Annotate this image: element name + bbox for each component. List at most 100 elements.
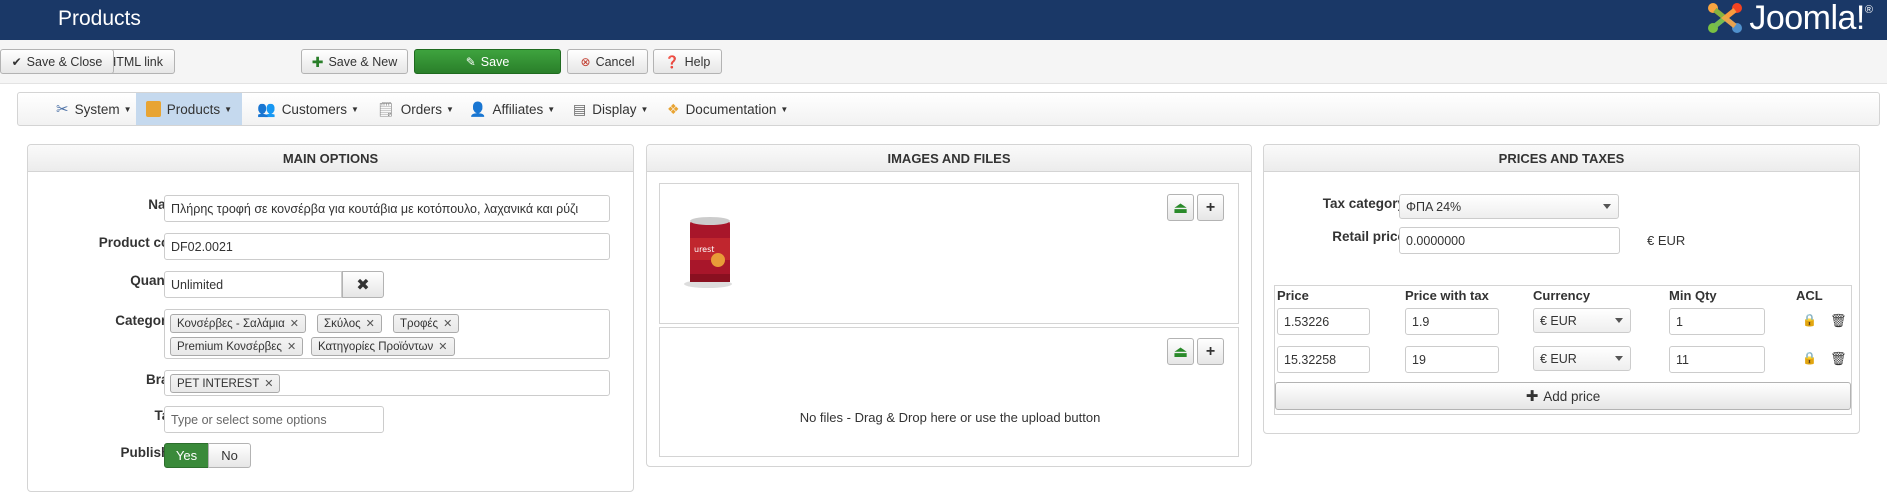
- caret-icon: ▼: [224, 104, 232, 114]
- category-tag: Σκύλος ✕: [317, 314, 382, 333]
- file-dropzone[interactable]: ⏏ + No files - Drag & Drop here or use t…: [659, 327, 1239, 457]
- tax-category-value: ΦΠΑ 24%: [1406, 199, 1462, 214]
- menu-display[interactable]: ▤ Display ▼: [563, 93, 658, 125]
- category-tag: Premium Κονσέρβες ✕: [170, 337, 304, 356]
- trash-icon[interactable]: 🗑: [1830, 351, 1847, 367]
- component-menu: ✂ System ▼ Products ▼ 👥 Customers ▼ 🗒 Order…: [17, 92, 1880, 126]
- remove-tag-icon[interactable]: ✕: [443, 317, 452, 330]
- upload-icon: ⏏: [1172, 199, 1189, 217]
- price-tax-input[interactable]: 1.9: [1405, 308, 1499, 335]
- main-options-heading: MAIN OPTIONS: [28, 145, 633, 172]
- menu-orders[interactable]: 🗒 Orders ▼: [367, 93, 464, 125]
- documentation-icon: ❖: [667, 100, 680, 117]
- categories-field[interactable]: Κονσέρβες - Σαλάμια ✕ Σκύλος ✕ Τροφές ✕ Pre…: [164, 309, 610, 359]
- menu-documentation[interactable]: ❖ Documentation ▼: [657, 93, 798, 125]
- can-image-icon: urest: [684, 217, 732, 288]
- product-thumbnail[interactable]: urest: [682, 214, 740, 290]
- plus-icon: ✚: [1525, 387, 1539, 405]
- tax-category-select[interactable]: ΦΠΑ 24%: [1399, 194, 1619, 219]
- min-qty-input[interactable]: 1: [1669, 308, 1765, 335]
- remove-tag-icon[interactable]: ✕: [287, 340, 296, 353]
- images-files-heading: IMAGES AND FILES: [647, 145, 1251, 172]
- retail-price-label: Retail price: [1332, 229, 1405, 244]
- menu-affiliates[interactable]: 👤 Affiliates ▼: [459, 93, 565, 125]
- price-input[interactable]: 1.53226: [1277, 308, 1370, 335]
- caret-icon: ▼: [123, 104, 132, 114]
- lock-icon[interactable]: 🔒: [1802, 313, 1817, 327]
- save-new-button[interactable]: ✚ Save & New: [301, 49, 408, 74]
- users-icon: 👥: [257, 101, 276, 118]
- min-qty-input[interactable]: 11: [1669, 346, 1765, 373]
- svg-text:urest: urest: [694, 245, 714, 254]
- add-price-button[interactable]: ✚ Add price: [1275, 382, 1851, 410]
- category-tag-label: Τροφές: [400, 317, 439, 330]
- help-button[interactable]: ❓ Help: [653, 49, 722, 74]
- menu-system[interactable]: ✂ System ▼: [46, 93, 142, 125]
- retail-price-field[interactable]: 0.0000000: [1399, 227, 1620, 254]
- menu-orders-label: Orders: [400, 101, 443, 117]
- menu-products[interactable]: Products ▼: [136, 93, 242, 125]
- image-dropzone[interactable]: urest ⏏ +: [659, 183, 1239, 324]
- currency-value: € EUR: [1540, 351, 1577, 366]
- save-close-button[interactable]: ✔ Save & Close: [0, 49, 114, 74]
- col-acl: ACL: [1796, 288, 1823, 303]
- published-no-button[interactable]: No: [208, 443, 251, 468]
- col-min-qty: Min Qty: [1669, 288, 1717, 303]
- price-tax-input[interactable]: 19: [1405, 346, 1499, 373]
- prices-taxes-heading: PRICES AND TAXES: [1264, 145, 1859, 172]
- currency-select[interactable]: € EUR: [1533, 308, 1631, 333]
- upload-file-button[interactable]: ⏏: [1167, 338, 1194, 365]
- display-icon: ▤: [573, 100, 587, 117]
- remove-tag-icon[interactable]: ✕: [264, 377, 273, 390]
- category-tag: Τροφές ✕: [393, 314, 460, 333]
- name-field[interactable]: Πλήρης τροφή σε κονσέρβα για κουτάβια με…: [164, 195, 610, 222]
- add-file-button[interactable]: +: [1197, 338, 1224, 365]
- cancel-label: Cancel: [595, 54, 635, 69]
- lock-icon[interactable]: 🔒: [1802, 351, 1817, 365]
- edit-icon: ✎: [465, 54, 476, 69]
- menu-products-label: Products: [166, 101, 221, 117]
- remove-tag-icon[interactable]: ✕: [438, 340, 447, 353]
- caret-icon: ▼: [640, 104, 649, 114]
- quantity-field[interactable]: Unlimited: [164, 271, 342, 298]
- plus-icon: ✚: [311, 53, 324, 70]
- help-label: Help: [684, 54, 711, 69]
- clear-quantity-button[interactable]: ✖: [342, 271, 384, 298]
- joomla-logo-text: Joomla!: [1749, 0, 1865, 37]
- add-image-button[interactable]: +: [1197, 194, 1224, 221]
- admin-header: Products Joomla! ®: [0, 0, 1887, 40]
- cancel-button[interactable]: ⊗ Cancel: [567, 49, 648, 74]
- product-code-field[interactable]: DF02.0021: [164, 233, 610, 260]
- remove-tag-icon[interactable]: ✕: [366, 317, 375, 330]
- save-button[interactable]: ✎ Save: [414, 49, 561, 74]
- page-title: Products: [58, 7, 141, 30]
- registered-mark: ®: [1864, 4, 1873, 16]
- remove-tag-icon[interactable]: ✕: [290, 317, 299, 330]
- trash-icon[interactable]: 🗑: [1830, 313, 1847, 329]
- plus-icon: +: [1205, 342, 1216, 360]
- category-tag-label: Κονσέρβες - Σαλάμια: [177, 317, 285, 330]
- box-icon: [146, 101, 161, 117]
- brand-tag-label: PET INTEREST: [177, 377, 260, 390]
- col-price: Price: [1277, 288, 1309, 303]
- caret-icon: ▼: [350, 104, 359, 114]
- save-close-label: Save & Close: [26, 54, 103, 69]
- col-price-with-tax: Price with tax: [1405, 288, 1489, 303]
- tags-input[interactable]: Type or select some options: [164, 406, 384, 433]
- menu-customers[interactable]: 👥 Customers ▼: [247, 93, 369, 125]
- chevron-down-icon: [1615, 318, 1623, 323]
- retail-currency: € EUR: [1647, 233, 1686, 248]
- caret-icon: ▼: [547, 104, 556, 114]
- menu-customers-label: Customers: [281, 101, 347, 117]
- help-icon: ❓: [664, 54, 680, 69]
- price-table: Price Price with tax Currency Min Qty AC…: [1274, 285, 1852, 415]
- published-yes-button[interactable]: Yes: [164, 443, 209, 468]
- upload-image-button[interactable]: ⏏: [1167, 194, 1194, 221]
- currency-select[interactable]: € EUR: [1533, 346, 1631, 371]
- menu-display-label: Display: [592, 101, 637, 117]
- plus-icon: +: [1205, 198, 1216, 216]
- col-currency: Currency: [1533, 288, 1591, 303]
- brand-field[interactable]: PET INTEREST ✕: [164, 370, 610, 396]
- price-input[interactable]: 15.32258: [1277, 346, 1370, 373]
- add-price-label: Add price: [1543, 388, 1601, 404]
